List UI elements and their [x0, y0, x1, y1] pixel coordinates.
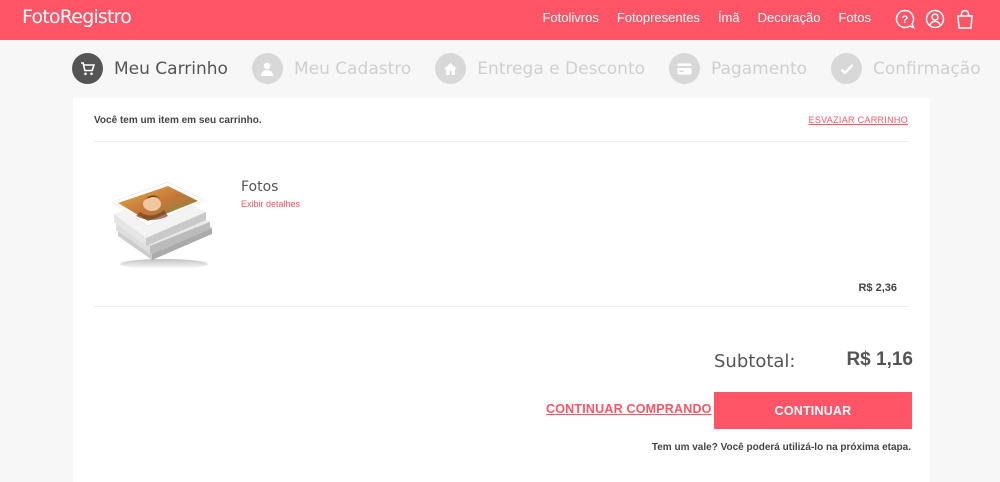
- voucher-note: Tem um vale? Você poderá utilizá-lo na p…: [651, 442, 911, 453]
- subtotal-label: Subtotal:: [714, 351, 796, 372]
- help-icon[interactable]: ?: [894, 7, 916, 31]
- continue-shopping-link[interactable]: CONTINUAR COMPRANDO: [546, 402, 712, 416]
- check-icon: [831, 53, 863, 84]
- home-icon: [435, 53, 467, 84]
- show-details-link[interactable]: Exibir detalhes: [241, 199, 300, 209]
- empty-cart-link[interactable]: ESVAZIAR CARRINHO: [809, 115, 908, 125]
- nav-fotos[interactable]: Fotos: [838, 10, 871, 25]
- checkout-steps: Meu Carrinho Meu Cadastro Entrega e Desc…: [72, 53, 1000, 84]
- step-meu-cadastro[interactable]: Meu Cadastro: [251, 53, 412, 84]
- bag-icon[interactable]: [954, 7, 976, 31]
- main-nav: Fotolivros Fotopresentes Ímã Decoração F…: [542, 10, 871, 25]
- top-bar: FotoRegistro Fotolivros Fotopresentes Ím…: [0, 0, 1000, 40]
- step-entrega-e-desconto[interactable]: Entrega e Desconto: [435, 53, 645, 84]
- user-icon: [251, 53, 283, 84]
- nav-fotopresentes[interactable]: Fotopresentes: [617, 10, 700, 25]
- divider: [94, 306, 909, 307]
- subtotal-value: R$ 1,16: [846, 349, 913, 370]
- cart-panel: Você tem um item em seu carrinho. ESVAZI…: [73, 98, 930, 482]
- divider: [94, 141, 909, 142]
- step-label: Meu Carrinho: [114, 58, 228, 79]
- header-icons: ?: [894, 7, 976, 31]
- step-pagamento[interactable]: Pagamento: [669, 53, 807, 84]
- svg-text:?: ?: [902, 14, 909, 26]
- nav-ima[interactable]: Ímã: [718, 10, 740, 25]
- continue-button[interactable]: CONTINUAR: [714, 392, 912, 429]
- cart-item-count-message: Você tem um item em seu carrinho.: [94, 115, 262, 126]
- user-icon[interactable]: [924, 7, 946, 31]
- cart-icon: [72, 53, 103, 84]
- step-meu-carrinho[interactable]: Meu Carrinho: [72, 53, 228, 84]
- nav-decoracao[interactable]: Decoração: [758, 10, 821, 25]
- product-thumbnail[interactable]: [106, 176, 216, 270]
- product-price: R$ 2,36: [858, 282, 897, 294]
- step-label: Confirmação: [873, 58, 981, 79]
- step-label: Entrega e Desconto: [477, 58, 646, 79]
- nav-fotolivros[interactable]: Fotolivros: [542, 10, 598, 25]
- logo[interactable]: FotoRegistro: [22, 6, 132, 28]
- product-name: Fotos: [241, 179, 279, 195]
- card-icon: [669, 53, 701, 84]
- step-confirmacao[interactable]: Confirmação: [831, 53, 981, 84]
- step-label: Pagamento: [711, 58, 808, 79]
- step-label: Meu Cadastro: [293, 58, 412, 79]
